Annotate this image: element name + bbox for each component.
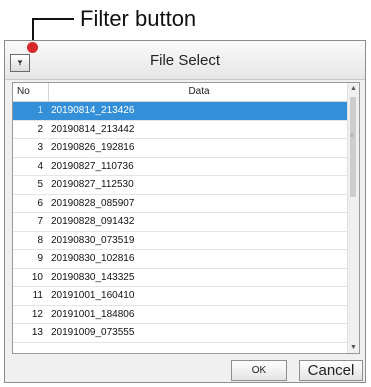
row-data: 20190830_102816 — [51, 253, 135, 264]
list-row[interactable]: 9 20190830_102816 — [13, 250, 349, 269]
row-data: 20190828_091432 — [51, 216, 135, 227]
list-row[interactable]: 2 20190814_213442 — [13, 121, 349, 139]
row-data: 20190830_073519 — [51, 234, 135, 246]
row-data: 20190814_213426 — [51, 105, 135, 116]
list-row[interactable]: 12 20191001_184806 — [13, 306, 349, 324]
callout-leader-line — [32, 18, 74, 20]
row-number: 9 — [37, 253, 43, 264]
list-row[interactable]: 10 20190830_143325 — [13, 269, 349, 287]
list-row[interactable]: 1 20190814_213426 — [13, 102, 349, 121]
column-header-data[interactable]: Data — [49, 83, 349, 101]
list-header: No Data — [13, 83, 349, 102]
scrollbar-grip-icon: ≡ — [350, 133, 354, 139]
list-row[interactable]: 3 20190826_192816 — [13, 139, 349, 158]
scrollbar-thumb[interactable] — [350, 97, 356, 197]
list-row[interactable]: 6 20190828_085907 — [13, 195, 349, 213]
scroll-down-arrow-icon[interactable]: ▼ — [348, 342, 359, 353]
file-list[interactable]: No Data 1 20190814_213426 2 20190814_213442… — [12, 82, 360, 354]
callout-marker-dot — [27, 42, 38, 53]
scroll-up-arrow-icon[interactable]: ▲ — [348, 83, 359, 94]
title-bar: File Select — [5, 41, 365, 80]
list-row[interactable]: 11 20191001_160410 — [13, 287, 349, 306]
row-number: 3 — [37, 142, 43, 153]
list-row[interactable]: 8 20190830_073519 — [13, 232, 349, 250]
row-data: 20190828_085907 — [51, 197, 135, 209]
row-data: 20190814_213442 — [51, 123, 135, 135]
row-number: 12 — [31, 308, 43, 320]
row-data: 20190830_143325 — [51, 271, 135, 283]
row-number: 6 — [37, 197, 43, 209]
row-number: 7 — [37, 216, 43, 227]
row-number: 2 — [37, 123, 43, 135]
dialog-title: File Select — [149, 52, 221, 69]
row-data: 20190827_112530 — [51, 179, 134, 190]
row-number: 11 — [32, 290, 43, 301]
list-rows: 1 20190814_213426 2 20190814_213442 3 2019082… — [13, 102, 349, 343]
row-data: 20191001_160410 — [51, 290, 135, 301]
row-data: 20191001_184806 — [51, 308, 135, 320]
ok-button[interactable]: OK — [231, 360, 287, 381]
list-row[interactable]: 4 20190827_110736 — [13, 158, 349, 176]
row-data: 20190827_110736 — [51, 160, 134, 172]
cancel-button[interactable]: Cancel — [299, 360, 363, 381]
row-data: 20191009_073555 — [51, 327, 135, 338]
file-select-dialog: File Select No Data 1 20190814_213426 2 201… — [4, 40, 366, 383]
row-number: 1 — [37, 105, 43, 116]
list-row[interactable]: 7 20190828_091432 — [13, 213, 349, 232]
list-row[interactable]: 5 20190827_112530 — [13, 176, 349, 195]
callout-label: Filter button — [80, 6, 197, 31]
row-number: 8 — [37, 234, 43, 246]
row-data: 20190826_192816 — [51, 142, 135, 153]
row-number: 13 — [31, 327, 43, 338]
row-number: 10 — [31, 271, 43, 283]
column-header-no[interactable]: No — [13, 83, 49, 101]
row-number: 4 — [37, 160, 43, 172]
vertical-scrollbar[interactable]: ▲ ≡ ▼ — [347, 83, 359, 353]
list-row[interactable]: 13 20191009_073555 — [13, 324, 349, 343]
row-number: 5 — [37, 179, 43, 190]
